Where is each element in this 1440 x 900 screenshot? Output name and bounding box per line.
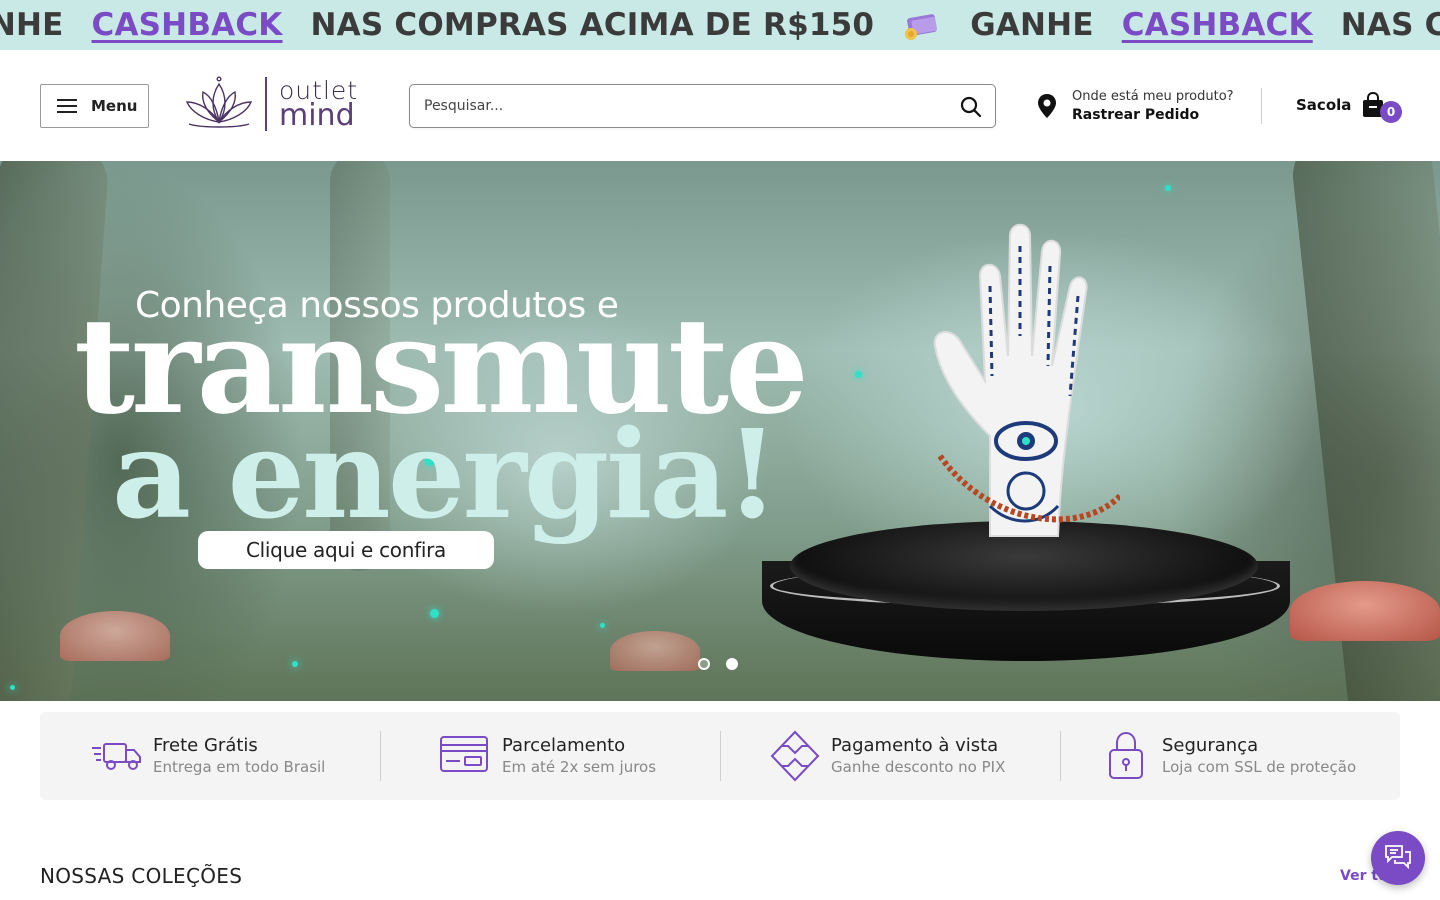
feature-subtitle: Ganhe desconto no PIX (831, 758, 1006, 776)
announcement-item: GANHE CASHBACK NAS COMPRAS ACIMA DE R$15… (970, 7, 1440, 43)
sparkle-decoration (10, 685, 15, 690)
feature-text: Pagamento à vista Ganhe desconto no PIX (831, 735, 1005, 776)
announcement-suffix: NAS COMPRAS ACIMA DE R$150 (1340, 7, 1440, 43)
logo-divider (265, 77, 267, 131)
announcement-track: GANHE CASHBACK NAS COMPRAS ACIMA DE R$15… (0, 0, 1440, 50)
feature-item-pix: Pagamento à vista Ganhe desconto no PIX (720, 712, 1060, 800)
feature-title: Segurança (1162, 735, 1259, 756)
chat-icon (1383, 842, 1413, 874)
mushroom-decoration (610, 631, 700, 671)
menu-label: Menu (91, 97, 138, 115)
announcement-item: GANHE CASHBACK NAS COMPRAS ACIMA DE R$15… (0, 7, 874, 43)
sparkle-decoration (600, 623, 605, 628)
hamburger-icon (57, 99, 77, 113)
carousel-dot-2[interactable] (726, 658, 738, 670)
feature-text: Segurança Loja com SSL de proteção (1162, 735, 1356, 776)
logo-line2: mind (279, 97, 355, 133)
feature-subtitle: Loja com SSL de proteção (1162, 758, 1357, 776)
mushroom-decoration (1290, 581, 1440, 641)
site-header: Menu outlet mind Pesquisar... Onde está … (0, 50, 1440, 161)
sparkle-decoration (430, 609, 439, 618)
feature-title: Frete Grátis (153, 735, 258, 756)
feature-text: Frete Grátis Entrega em todo Brasil (153, 735, 325, 776)
pix-icon (768, 730, 822, 782)
track-question: Onde está meu produto? (1072, 89, 1234, 104)
hero-title-line2: a energia! (112, 402, 779, 546)
announcement-bar: GANHE CASHBACK NAS COMPRAS ACIMA DE R$15… (0, 0, 1440, 50)
mushroom-decoration (60, 611, 170, 661)
truck-icon (90, 730, 144, 782)
announcement-prefix: GANHE (970, 7, 1094, 43)
announcement-highlight: CASHBACK (1121, 7, 1313, 43)
money-icon (902, 8, 942, 42)
track-text: Onde está meu produto? Rastrear Pedido (1072, 89, 1234, 123)
header-divider (1261, 88, 1262, 124)
search-bar (409, 84, 996, 128)
sparkle-decoration (855, 371, 862, 378)
chat-button[interactable] (1371, 831, 1425, 885)
bag-button[interactable]: Sacola (1296, 91, 1385, 118)
announcement-prefix: GANHE (0, 7, 64, 43)
feature-title: Pagamento à vista (831, 735, 999, 756)
bag-count-badge: 0 (1380, 101, 1402, 123)
feature-text: Parcelamento Em até 2x sem juros (502, 735, 656, 776)
bag-label: Sacola (1296, 96, 1352, 114)
carousel-dots (698, 658, 738, 670)
hamsa-hand-product-image (930, 206, 1123, 546)
hero-banner[interactable]: Conheça nossos produtos e transmute a en… (0, 161, 1440, 701)
track-order-link[interactable]: Onde está meu produto? Rastrear Pedido (1036, 84, 1246, 128)
site-logo[interactable]: outlet mind (181, 74, 371, 134)
lotus-icon (181, 74, 257, 134)
feature-subtitle: Em até 2x sem juros (502, 758, 657, 776)
collections-title: NOSSAS COLEÇÕES (40, 864, 243, 888)
menu-button[interactable]: Menu (40, 84, 149, 128)
logo-text: outlet mind (279, 78, 358, 131)
features-bar: Frete Grátis Entrega em todo Brasil Parc… (40, 712, 1400, 800)
location-pin-icon (1036, 93, 1058, 119)
announcement-suffix: NAS COMPRAS ACIMA DE R$150 (310, 7, 875, 43)
sparkle-decoration (292, 661, 298, 667)
credit-card-icon (438, 730, 492, 782)
search-icon[interactable] (959, 95, 983, 119)
feature-item-shipping: Frete Grátis Entrega em todo Brasil (40, 712, 380, 800)
hero-cta-button[interactable]: Clique aqui e confira (198, 531, 494, 569)
feature-title: Parcelamento (502, 735, 626, 756)
carousel-dot-1[interactable] (698, 658, 710, 670)
search-input[interactable] (424, 85, 944, 127)
feature-item-installments: Parcelamento Em até 2x sem juros (380, 712, 720, 800)
feature-subtitle: Entrega em todo Brasil (153, 758, 326, 776)
track-action: Rastrear Pedido (1072, 107, 1200, 123)
feature-item-security: Segurança Loja com SSL de proteção (1060, 712, 1400, 800)
padlock-icon (1100, 730, 1154, 782)
sparkle-decoration (1165, 185, 1171, 191)
announcement-highlight: CASHBACK (91, 7, 283, 43)
